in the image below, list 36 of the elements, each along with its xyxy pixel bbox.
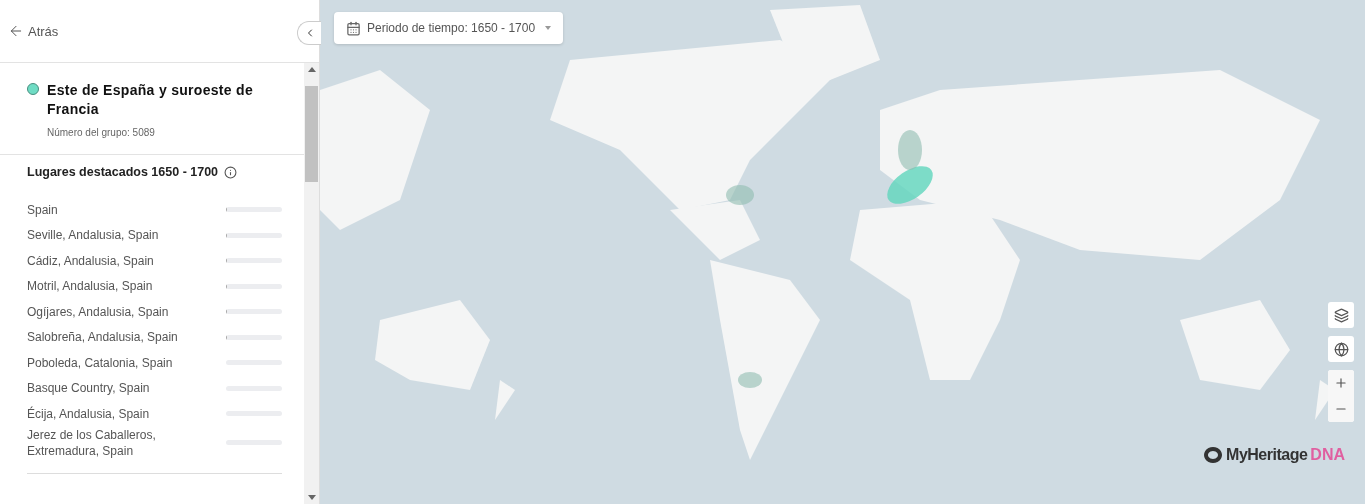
place-name: Salobreña, Andalusia, Spain (27, 329, 179, 346)
info-icon[interactable] (224, 165, 238, 179)
plus-icon (1334, 376, 1348, 390)
zoom-in-button[interactable] (1328, 370, 1354, 396)
zoom-out-button[interactable] (1328, 396, 1354, 422)
globe-icon (1333, 341, 1349, 357)
place-bar (226, 232, 282, 238)
group-title: Este de España y suroeste de Francia (47, 81, 255, 119)
place-bar (226, 283, 282, 289)
place-name: Spain (27, 201, 59, 218)
place-name: Jerez de los Caballeros, Extremadura, Spain (27, 426, 157, 459)
place-bar (226, 334, 282, 340)
time-period-dropdown[interactable]: Periodo de tiempo: 1650 - 1700 (334, 12, 564, 44)
logo-suffix: DNA (1310, 446, 1345, 464)
place-name: Seville, Andalusia, Spain (27, 227, 160, 244)
place-name: Poboleda, Catalonia, Spain (27, 354, 174, 371)
layers-icon (1333, 307, 1349, 323)
place-bar (226, 309, 282, 315)
place-name: Motril, Andalusia, Spain (27, 278, 154, 295)
scrollbar[interactable] (304, 63, 319, 504)
collapse-panel-button[interactable] (297, 21, 321, 45)
place-name: Ogíjares, Andalusia, Spain (27, 303, 170, 320)
calendar-icon (346, 20, 361, 36)
group-number: Número del grupo: 5089 (47, 127, 156, 138)
place-name: Écija, Andalusia, Spain (27, 405, 151, 422)
place-name: Cádiz, Andalusia, Spain (27, 252, 155, 269)
place-bar (226, 258, 282, 264)
place-bar (226, 207, 282, 213)
layers-button[interactable] (1328, 302, 1354, 328)
places-title: Lugares destacados 1650 - 1700 (27, 165, 219, 179)
globe-button[interactable] (1328, 336, 1354, 362)
logo-icon (1203, 446, 1224, 464)
logo-text: MyHeritage (1226, 446, 1308, 464)
place-name: Basque Country, Spain (27, 380, 151, 397)
caret-icon (545, 26, 552, 30)
back-link[interactable]: Atrás (8, 23, 59, 39)
